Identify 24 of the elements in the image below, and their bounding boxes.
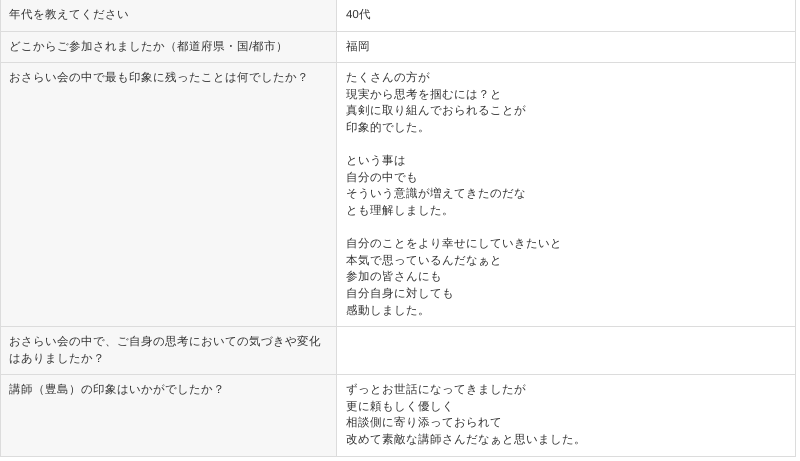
- answer-line: 印象的でした。: [346, 120, 430, 136]
- answer-line: 自分のことをより幸せにしていきたいと: [346, 236, 562, 252]
- answer-line: そういう意識が増えてきたのだな: [346, 186, 526, 202]
- question-cell: 年代を教えてください: [0, 0, 336, 32]
- answer-line: 福岡: [346, 40, 370, 55]
- answer-line: という事は: [346, 154, 406, 170]
- answer-line: 相談側に寄り添っておられて: [346, 415, 502, 432]
- answer-line: 真剣に取り組んでおられることが: [346, 104, 526, 120]
- answer-line: 40代: [346, 8, 371, 23]
- question-cell: 講師（豊島）の印象はいかがでしたか？: [0, 374, 336, 456]
- answer-line: 参加の皆さんにも: [346, 270, 442, 286]
- answer-line: たくさんの方が: [346, 70, 430, 86]
- answer-line: 現実から思考を掴むには？と: [346, 87, 502, 103]
- question-cell: おさらい会の中で最も印象に残ったことは何でしたか？: [0, 62, 336, 327]
- question-cell: おさらい会の中で、ご自身の思考においての気づきや変化はありましたか？: [0, 326, 336, 375]
- answer-line: 感動しました。: [346, 304, 430, 318]
- answer-line: 本気で思っているんだなぁと: [346, 254, 502, 269]
- question-cell: どこからご参加されましたか（都道府県・国/都市）: [0, 31, 336, 63]
- answer-line: 自分の中でも: [346, 170, 418, 186]
- answer-line: 更に頼もしく優しく: [346, 400, 454, 415]
- answer-line: 自分自身に対しても: [346, 286, 454, 302]
- answer-line: とも理解しました。: [346, 204, 454, 219]
- answer-line: ずっとお世話になってきましたが: [346, 382, 526, 398]
- answer-line: 改めて素敵な講師さんだなぁと思いました。: [346, 432, 586, 448]
